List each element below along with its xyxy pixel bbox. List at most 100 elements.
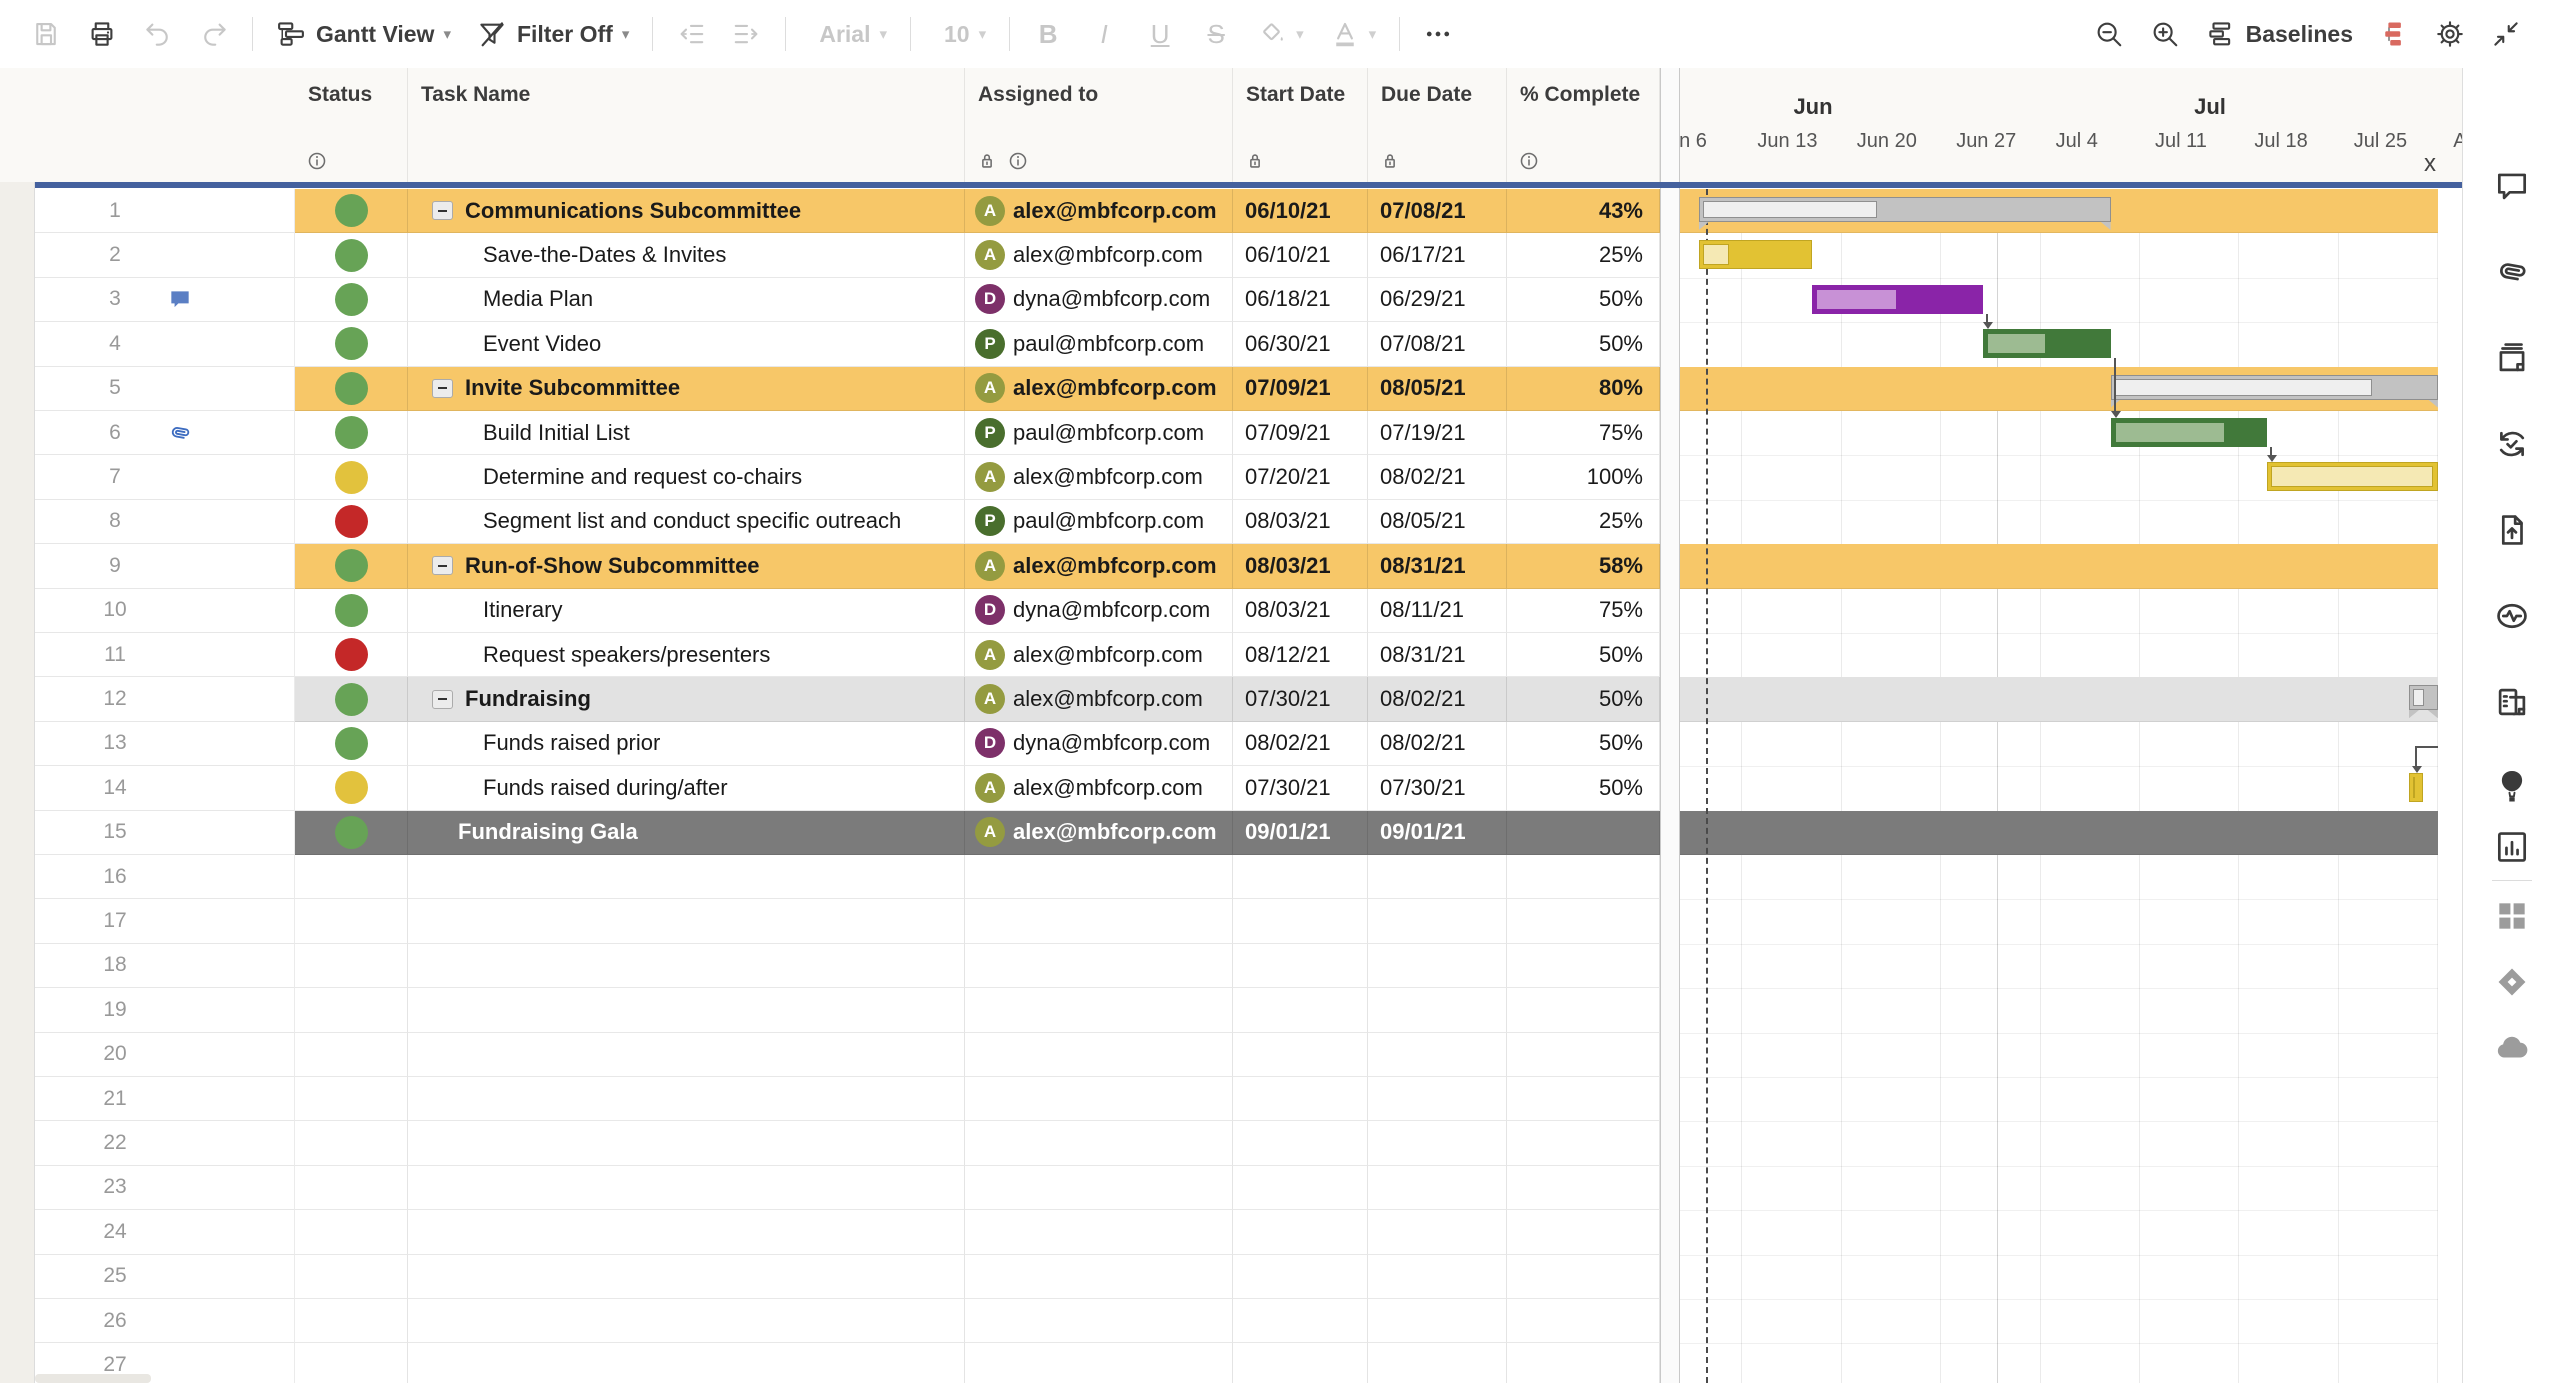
percent-complete-cell[interactable] (1507, 944, 1660, 988)
task-name-cell[interactable]: Event Video (408, 322, 965, 366)
activity-log-button[interactable] (2493, 597, 2531, 635)
row-number-cell[interactable]: 25 (35, 1255, 295, 1299)
percent-complete-cell[interactable] (1507, 988, 1660, 1032)
start-date-cell[interactable] (1233, 1210, 1368, 1254)
zoom-out-button[interactable] (2094, 19, 2124, 49)
due-date-cell[interactable]: 08/05/21 (1368, 500, 1507, 544)
due-date-cell[interactable]: 07/30/21 (1368, 766, 1507, 810)
percent-complete-cell[interactable] (1507, 899, 1660, 943)
assigned-to-cell[interactable]: Ddyna@mbfcorp.com (965, 589, 1233, 633)
bold-button[interactable]: B (1033, 19, 1063, 50)
start-date-cell[interactable] (1233, 944, 1368, 988)
assigned-to-cell[interactable]: Aalex@mbfcorp.com (965, 544, 1233, 588)
due-date-cell[interactable] (1368, 1210, 1507, 1254)
start-date-cell[interactable]: 07/30/21 (1233, 766, 1368, 810)
print-button[interactable] (87, 19, 117, 49)
column-header-task_name[interactable]: Task Name (408, 68, 965, 182)
column-header-percent_complete[interactable]: % Complete (1507, 68, 1660, 182)
percent-complete-cell[interactable] (1507, 1033, 1660, 1077)
status-cell[interactable] (295, 633, 408, 677)
status-cell[interactable] (295, 189, 408, 233)
task-name-cell[interactable]: Request speakers/presenters (408, 633, 965, 677)
status-cell[interactable] (295, 1077, 408, 1121)
start-date-cell[interactable]: 07/30/21 (1233, 677, 1368, 721)
start-date-cell[interactable]: 08/03/21 (1233, 500, 1368, 544)
row-number-cell[interactable]: 16 (35, 855, 295, 899)
status-cell[interactable] (295, 944, 408, 988)
start-date-cell[interactable]: 07/09/21 (1233, 411, 1368, 455)
due-date-cell[interactable]: 08/31/21 (1368, 633, 1507, 677)
task-name-cell[interactable]: Fundraising Gala (408, 811, 965, 855)
task-name-cell[interactable]: Itinerary (408, 589, 965, 633)
start-date-cell[interactable] (1233, 988, 1368, 1032)
assigned-to-cell[interactable] (965, 1299, 1233, 1343)
task-name-cell[interactable]: Run-of-Show Subcommittee (408, 544, 965, 588)
status-cell[interactable] (295, 1343, 408, 1383)
task-name-cell[interactable]: Save-the-Dates & Invites (408, 233, 965, 277)
start-date-cell[interactable]: 06/30/21 (1233, 322, 1368, 366)
paperclip-icon[interactable] (160, 411, 200, 455)
start-date-cell[interactable]: 08/03/21 (1233, 589, 1368, 633)
outdent-button[interactable] (676, 19, 706, 49)
grid-gantt-splitter[interactable] (1660, 68, 1680, 1383)
assigned-to-cell[interactable] (965, 1121, 1233, 1165)
due-date-cell[interactable]: 08/02/21 (1368, 722, 1507, 766)
row-number-cell[interactable]: 6 (35, 411, 295, 455)
start-date-cell[interactable] (1233, 855, 1368, 899)
row-number-cell[interactable]: 15 (35, 811, 295, 855)
due-date-cell[interactable] (1368, 1299, 1507, 1343)
due-date-cell[interactable]: 07/19/21 (1368, 411, 1507, 455)
percent-complete-cell[interactable]: 75% (1507, 589, 1660, 633)
fill-color-button[interactable]: ▾ (1257, 19, 1304, 49)
font-family-select[interactable]: Arial▾ (809, 21, 887, 48)
percent-complete-cell[interactable] (1507, 1343, 1660, 1383)
assigned-to-cell[interactable] (965, 899, 1233, 943)
start-date-cell[interactable] (1233, 899, 1368, 943)
percent-complete-cell[interactable]: 50% (1507, 766, 1660, 810)
underline-button[interactable]: U (1145, 19, 1175, 50)
percent-complete-cell[interactable] (1507, 1166, 1660, 1210)
row-number-cell[interactable]: 7 (35, 455, 295, 499)
assigned-to-cell[interactable]: Ppaul@mbfcorp.com (965, 411, 1233, 455)
row-number-cell[interactable]: 20 (35, 1033, 295, 1077)
due-date-cell[interactable]: 08/31/21 (1368, 544, 1507, 588)
gantt-task-bar[interactable] (2267, 462, 2438, 491)
row-number-cell[interactable]: 14 (35, 766, 295, 810)
text-color-button[interactable]: ▾ (1330, 19, 1377, 49)
row-number-cell[interactable]: 21 (35, 1077, 295, 1121)
assigned-to-cell[interactable]: Ddyna@mbfcorp.com (965, 722, 1233, 766)
due-date-cell[interactable] (1368, 944, 1507, 988)
percent-complete-cell[interactable] (1507, 855, 1660, 899)
collapse-row-button[interactable] (432, 201, 453, 220)
filter-button[interactable]: Filter Off▾ (477, 19, 629, 49)
assigned-to-cell[interactable] (965, 1210, 1233, 1254)
task-name-cell[interactable] (408, 1033, 965, 1077)
percent-complete-cell[interactable]: 50% (1507, 677, 1660, 721)
save-button[interactable] (31, 19, 61, 49)
assigned-to-cell[interactable]: Ppaul@mbfcorp.com (965, 500, 1233, 544)
percent-complete-cell[interactable] (1507, 811, 1660, 855)
attachments-panel-button[interactable] (2493, 253, 2531, 291)
task-name-cell[interactable]: Build Initial List (408, 411, 965, 455)
collapse-row-button[interactable] (432, 556, 453, 575)
status-cell[interactable] (295, 1121, 408, 1165)
percent-complete-cell[interactable]: 43% (1507, 189, 1660, 233)
status-cell[interactable] (295, 367, 408, 411)
getting-started-button[interactable] (2493, 767, 2531, 805)
start-date-cell[interactable]: 08/12/21 (1233, 633, 1368, 677)
more-button[interactable] (1423, 19, 1453, 49)
critical-path-button[interactable] (2379, 19, 2409, 49)
percent-complete-cell[interactable] (1507, 1121, 1660, 1165)
status-cell[interactable] (295, 500, 408, 544)
task-name-cell[interactable] (408, 1077, 965, 1121)
conversations-panel-button[interactable] (2493, 167, 2531, 205)
assigned-to-cell[interactable] (965, 1166, 1233, 1210)
start-date-cell[interactable]: 08/03/21 (1233, 544, 1368, 588)
start-date-cell[interactable] (1233, 1166, 1368, 1210)
assigned-to-cell[interactable]: Aalex@mbfcorp.com (965, 811, 1233, 855)
assigned-to-cell[interactable] (965, 855, 1233, 899)
row-number-cell[interactable]: 18 (35, 944, 295, 988)
column-header-due_date[interactable]: Due Date (1368, 68, 1507, 182)
view-selector[interactable]: Gantt View▾ (276, 19, 451, 49)
status-cell[interactable] (295, 278, 408, 322)
